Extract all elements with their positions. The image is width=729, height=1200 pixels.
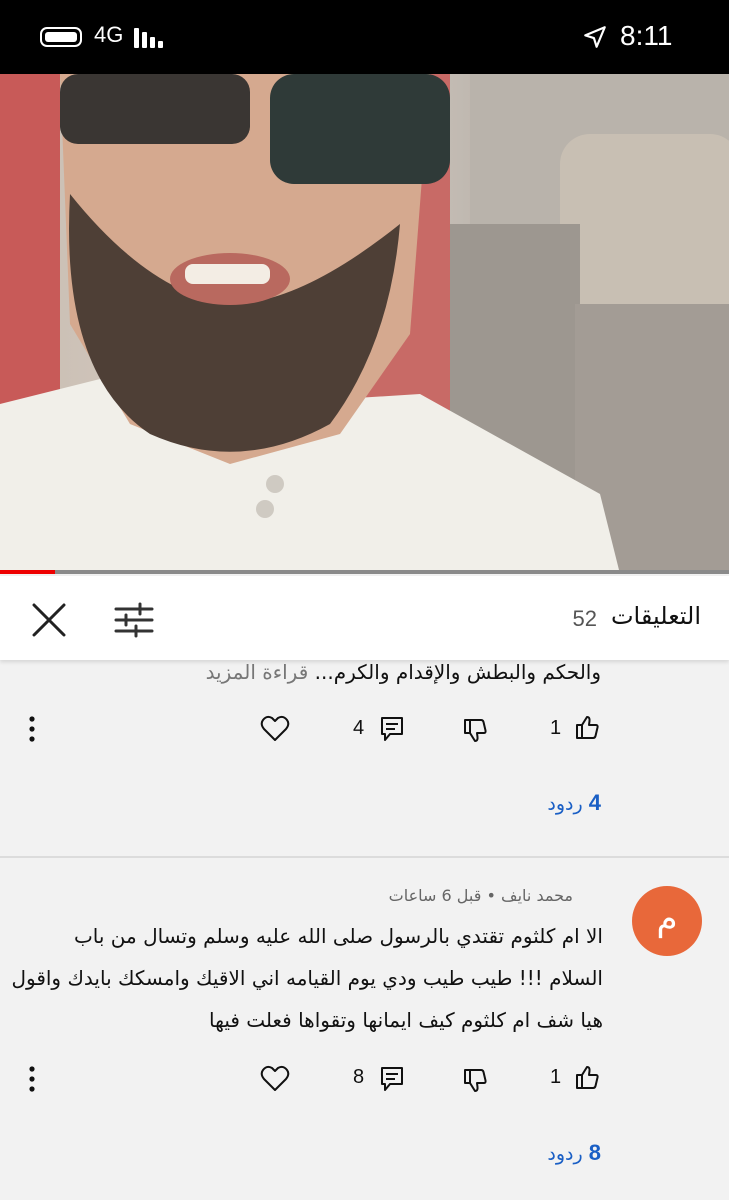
like-icon[interactable]: [574, 1064, 600, 1090]
comment-divider: [0, 856, 729, 858]
comment-2-line-2: السلام !!! طيب طيب ودي يوم القيامه اني ا…: [11, 966, 603, 990]
comment-2-replies-word: ردود: [547, 1143, 583, 1165]
more-options-icon[interactable]: [27, 714, 37, 744]
video-player[interactable]: [0, 74, 729, 574]
network-type: 4G: [94, 22, 124, 47]
comment-1-text-tail: والحكم والبطش والإقدام والكرم...: [314, 660, 601, 684]
reply-icon[interactable]: [380, 1066, 404, 1092]
clock: 8:11: [620, 20, 673, 51]
location-arrow-icon: [584, 26, 606, 48]
comment-1-text: والحكم والبطش والإقدام والكرم... قراءة ا…: [206, 660, 601, 684]
comment-1-view-replies[interactable]: 4 ردود: [547, 790, 601, 816]
comment-1-replies-word: ردود: [547, 793, 583, 815]
more-options-icon[interactable]: [27, 1064, 37, 1094]
signal-icon: [134, 26, 174, 48]
comment-1-reply-count: 4: [353, 717, 365, 739]
dislike-icon[interactable]: [462, 718, 488, 744]
comment-1-replies-num: 4: [588, 790, 601, 815]
comment-2-time: قبل 6 ساعات: [388, 886, 482, 905]
dislike-icon[interactable]: [462, 1068, 488, 1094]
comment-2-author[interactable]: محمد نايف: [501, 886, 573, 905]
comment-2-line-3: هيا شف ام كلثوم كيف ايمانها وتقواها فعلت…: [209, 1008, 603, 1032]
like-icon[interactable]: [574, 714, 600, 740]
comment-1-like-count: 1: [550, 717, 562, 739]
battery-icon: [40, 27, 82, 47]
avatar[interactable]: م: [632, 886, 702, 956]
reply-icon[interactable]: [380, 716, 404, 742]
comment-2-line-1: الا ام كلثوم تقتدي بالرسول صلى الله عليه…: [73, 924, 603, 948]
video-frame-image: [0, 74, 729, 574]
heart-icon[interactable]: [260, 714, 290, 742]
comment-2-meta: محمد نايف • قبل 6 ساعات: [389, 886, 573, 905]
status-bar: 4G 8:11: [0, 0, 729, 74]
comments-count: 52: [572, 606, 597, 631]
sort-filter-icon[interactable]: [114, 602, 154, 638]
video-progress-bar[interactable]: [0, 570, 729, 574]
comment-2-reply-count: 8: [353, 1066, 365, 1088]
read-more-link[interactable]: قراءة المزيد: [206, 660, 309, 684]
heart-icon[interactable]: [260, 1064, 290, 1092]
comments-title: التعليقات: [610, 602, 701, 630]
comment-2-replies-num: 8: [588, 1140, 601, 1165]
comment-2-like-count: 1: [550, 1066, 562, 1088]
close-icon[interactable]: [30, 601, 68, 639]
comments-header: 52 التعليقات: [0, 576, 729, 660]
meta-separator: •: [486, 886, 496, 905]
video-progress-fill: [0, 570, 55, 574]
comment-2-view-replies[interactable]: 8 ردود: [547, 1140, 601, 1166]
